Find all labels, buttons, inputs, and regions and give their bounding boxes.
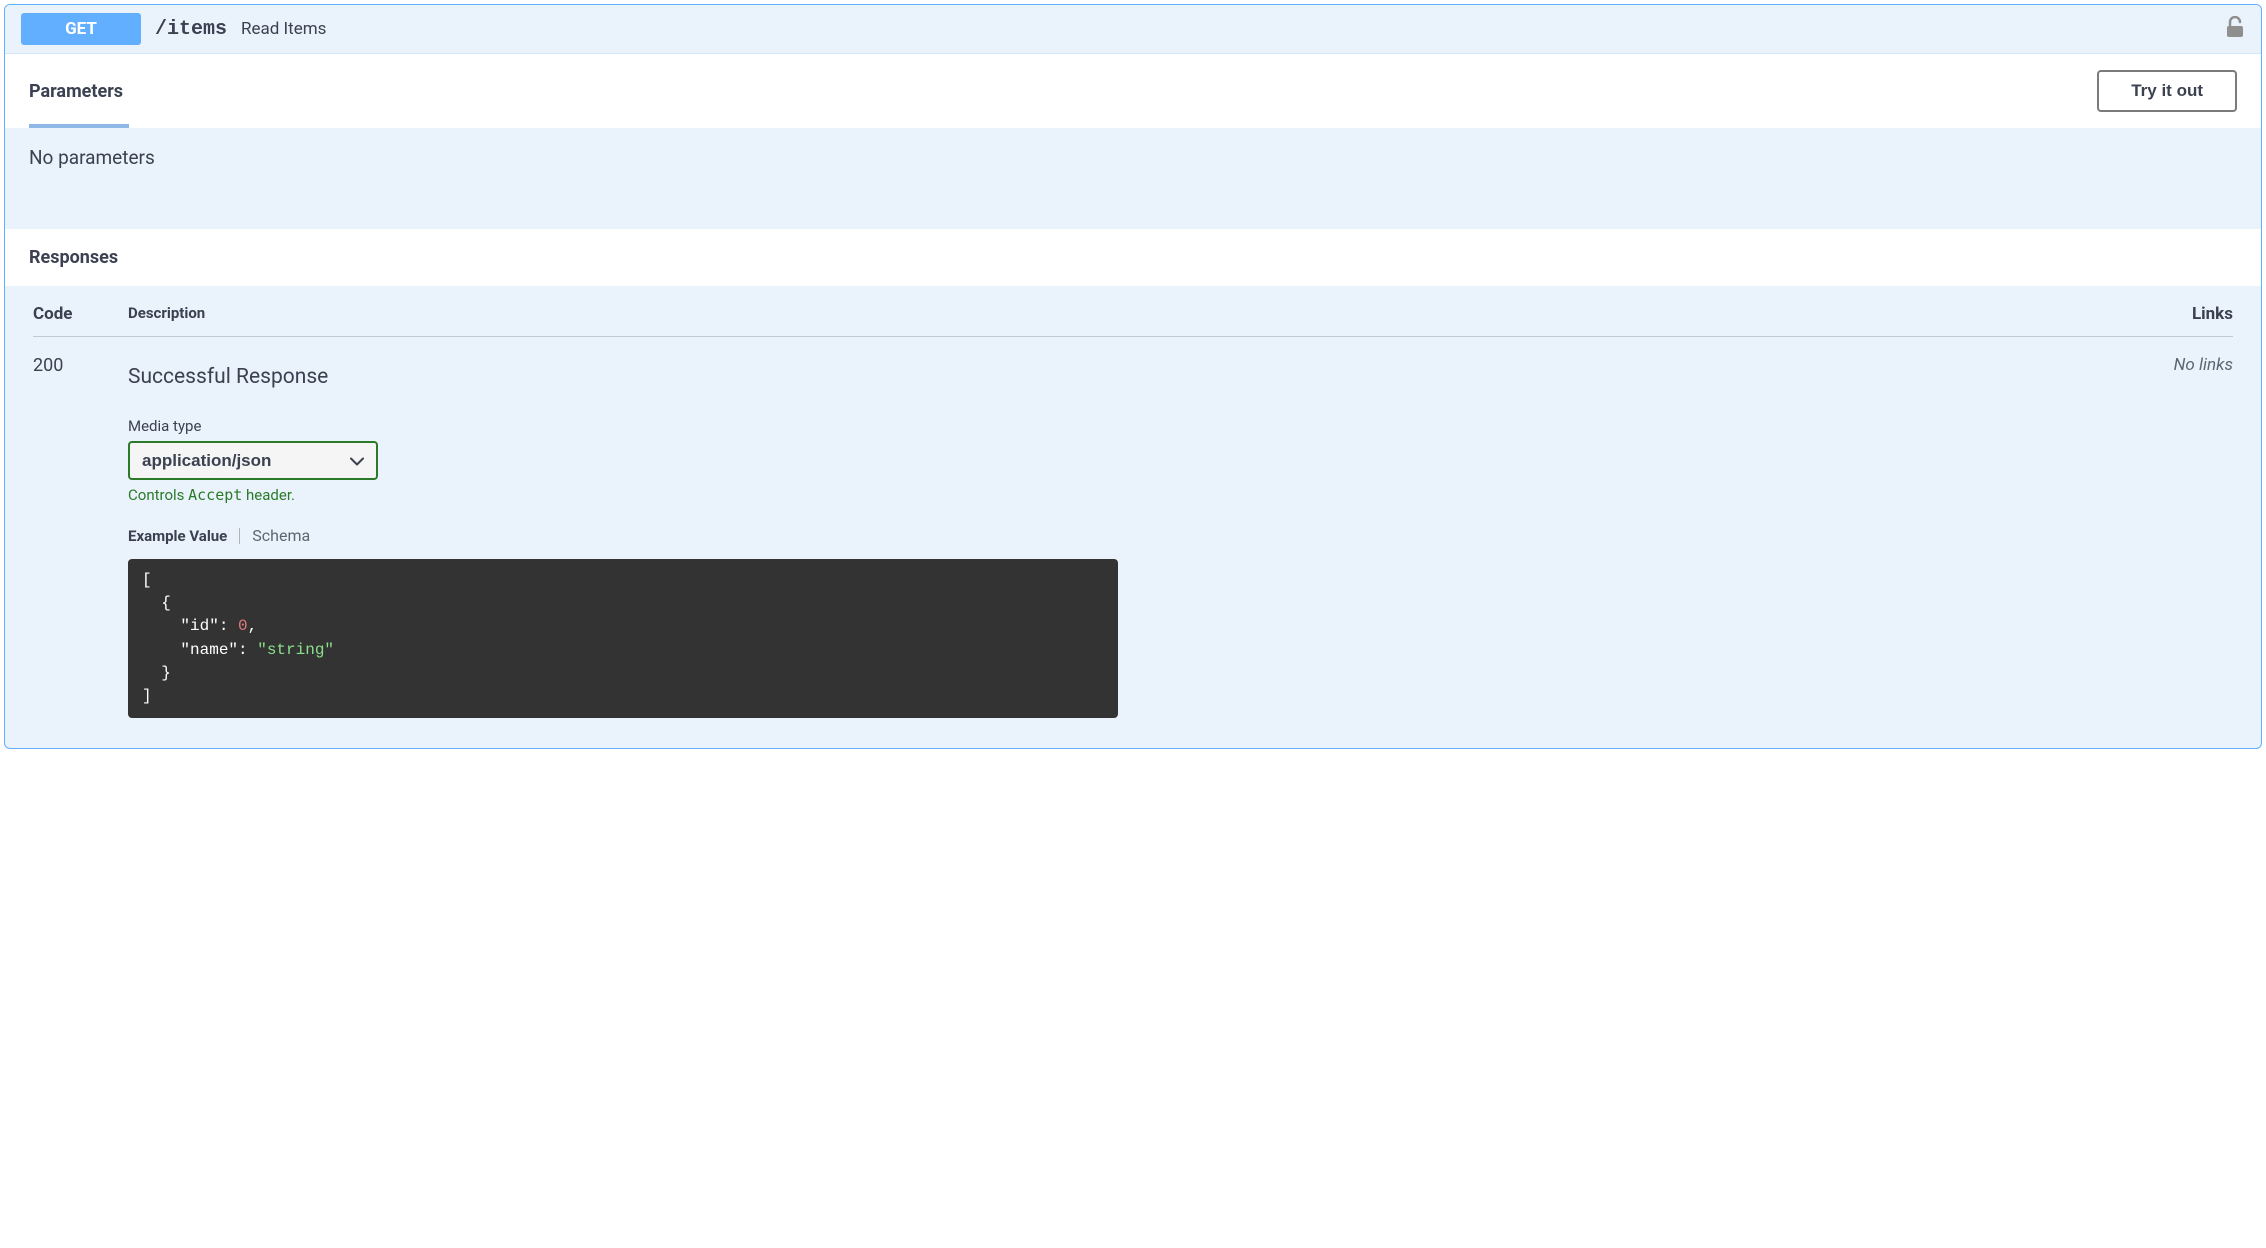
- parameters-tab-underline: [29, 124, 129, 128]
- json-key-name: "name": [142, 641, 238, 659]
- response-description-column: Successful Response Media type applicati…: [128, 353, 2153, 718]
- json-colon: :: [219, 617, 238, 635]
- operation-block: GET /items Read Items Parameters Try it …: [4, 4, 2262, 749]
- json-bracket-close: ]: [142, 687, 152, 705]
- tab-divider: [239, 528, 240, 544]
- response-description: Successful Response: [128, 365, 2153, 389]
- responses-body: Code Description Links 200 Successful Re…: [5, 286, 2261, 748]
- accept-header-note: Controls Accept header.: [128, 486, 2153, 504]
- endpoint-path: /items: [155, 18, 227, 41]
- column-links: Links: [2153, 304, 2233, 324]
- tab-example-value[interactable]: Example Value: [128, 527, 227, 545]
- tab-schema[interactable]: Schema: [252, 526, 310, 545]
- json-brace-close: }: [142, 664, 171, 682]
- responses-table-header: Code Description Links: [33, 304, 2233, 337]
- endpoint-summary: Read Items: [241, 19, 326, 39]
- example-code-block: [ { "id": 0, "name": "string" } ]: [128, 559, 1118, 718]
- operation-header[interactable]: GET /items Read Items: [5, 5, 2261, 54]
- media-type-select-wrap: application/json: [128, 441, 378, 480]
- json-key-id: "id": [142, 617, 219, 635]
- json-value-name: "string": [257, 641, 334, 659]
- parameters-title: Parameters: [29, 81, 123, 102]
- response-links: No links: [2153, 353, 2233, 718]
- response-code: 200: [33, 353, 128, 718]
- example-schema-tabs: Example Value Schema: [128, 526, 2153, 545]
- responses-title: Responses: [5, 229, 2261, 286]
- unlock-icon[interactable]: [2225, 16, 2245, 42]
- media-type-select[interactable]: application/json: [128, 441, 378, 480]
- json-bracket: [: [142, 571, 152, 589]
- accept-note-prefix: Controls: [128, 486, 188, 504]
- parameters-section: Parameters Try it out: [5, 54, 2261, 128]
- column-code: Code: [33, 304, 128, 324]
- accept-note-suffix: header.: [242, 486, 295, 504]
- json-comma: ,: [248, 617, 258, 635]
- media-type-label: Media type: [128, 417, 2153, 435]
- json-value-id: 0: [238, 617, 248, 635]
- column-description: Description: [128, 304, 2153, 324]
- response-row: 200 Successful Response Media type appli…: [33, 353, 2233, 718]
- no-parameters-text: No parameters: [5, 128, 2261, 229]
- method-badge: GET: [21, 13, 141, 45]
- json-brace: {: [142, 594, 171, 612]
- accept-note-mono: Accept: [188, 486, 242, 504]
- json-colon: :: [238, 641, 257, 659]
- try-it-out-button[interactable]: Try it out: [2097, 70, 2237, 112]
